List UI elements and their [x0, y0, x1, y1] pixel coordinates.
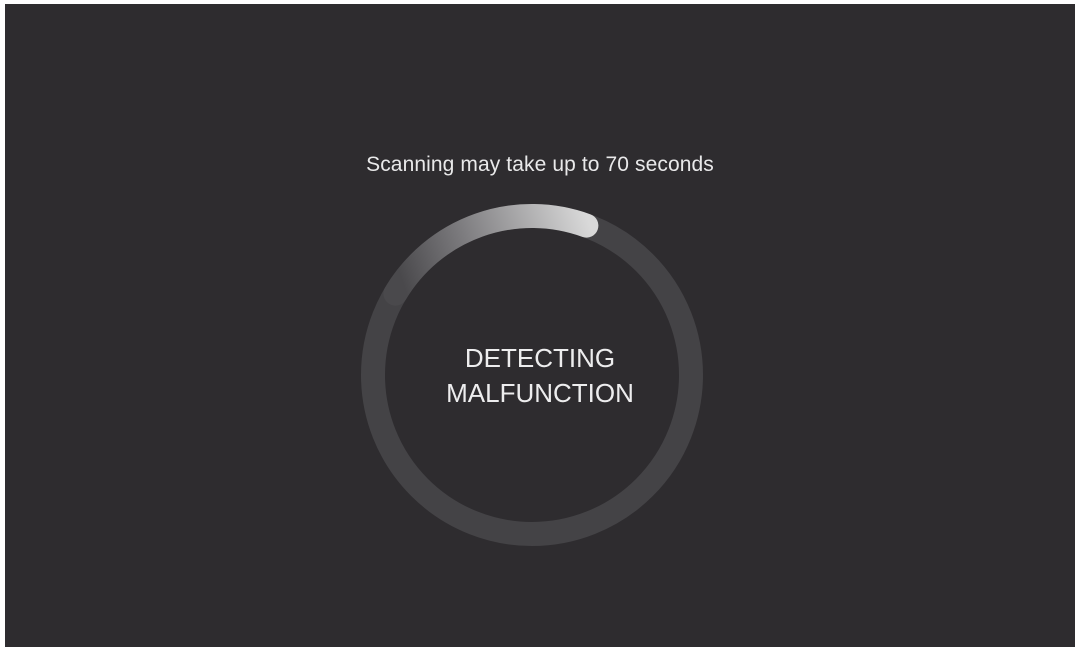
scan-status-line-1: DETECTING [464, 343, 616, 373]
scan-status: DETECTING MALFUNCTION [5, 341, 1075, 411]
progress-arc [383, 204, 599, 306]
scan-screen: Scanning may take up to 70 seconds DETEC… [5, 4, 1075, 647]
scan-status-line-2: MALFUNCTION [446, 378, 634, 408]
progress-ring [361, 204, 703, 546]
